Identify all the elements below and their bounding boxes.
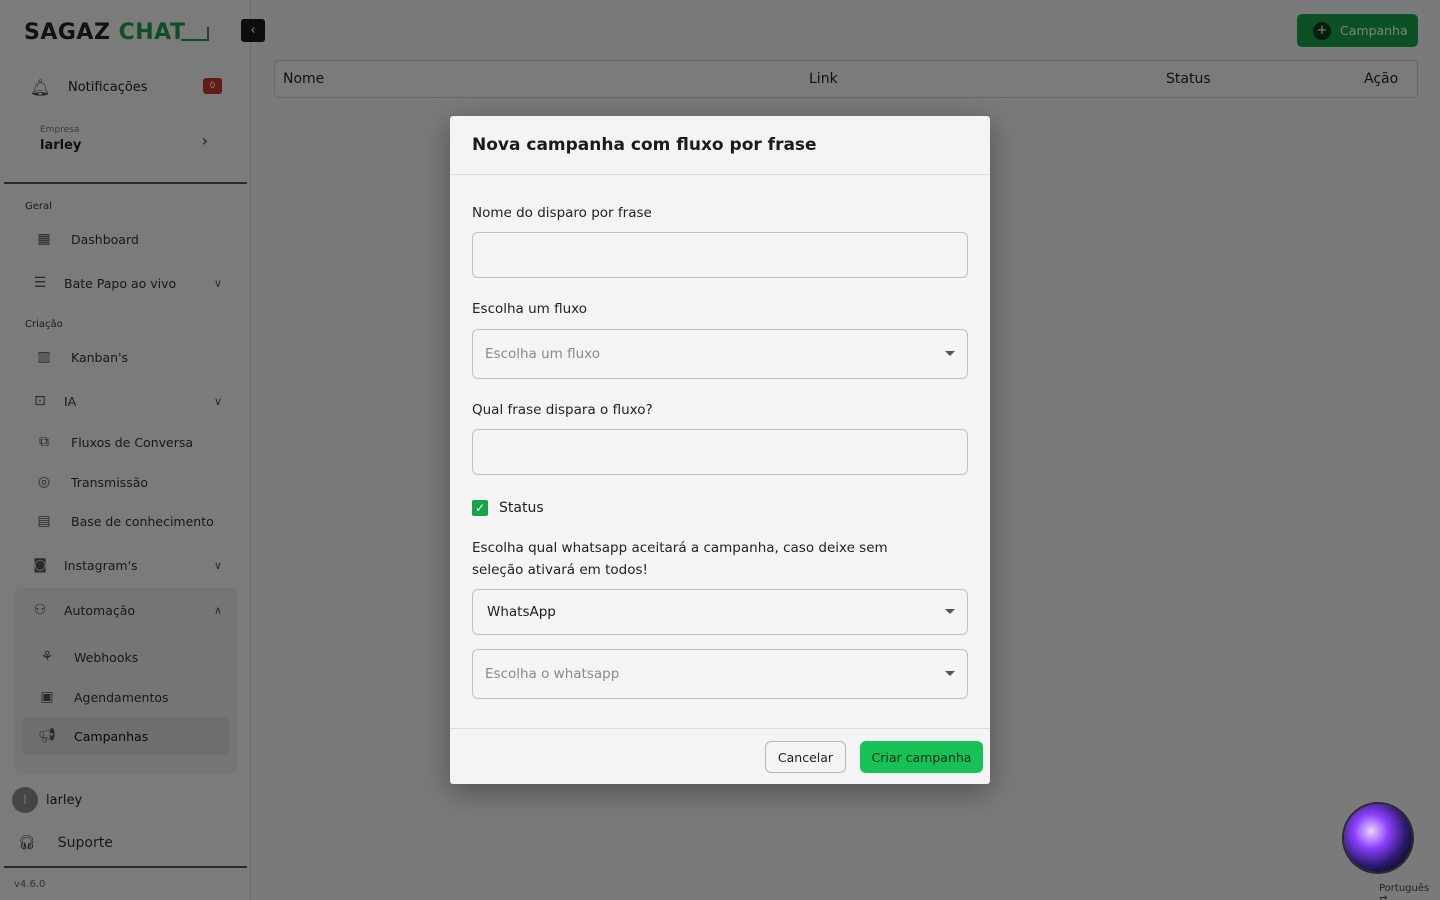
translate-icon: ⇄ bbox=[1379, 894, 1388, 900]
dropdown-arrow-icon bbox=[945, 351, 955, 356]
flow-label: Escolha um fluxo bbox=[472, 301, 588, 317]
dropdown-arrow-icon bbox=[945, 609, 955, 614]
whatsapp-select[interactable]: Escolha o whatsapp bbox=[472, 649, 968, 699]
status-label: Status bbox=[499, 500, 544, 516]
modal-header-divider bbox=[450, 174, 990, 175]
campaign-name-input[interactable] bbox=[472, 232, 968, 278]
language-selector[interactable]: Português ⇄ bbox=[1379, 883, 1440, 900]
modal-footer-divider bbox=[450, 728, 990, 729]
flow-select[interactable]: Escolha um fluxo bbox=[472, 329, 968, 379]
status-checkbox-row[interactable]: ✓ Status bbox=[472, 500, 544, 516]
phrase-label: Qual frase dispara o fluxo? bbox=[472, 402, 653, 418]
whatsapp-label: Escolha qual whatsapp aceitará a campanh… bbox=[472, 540, 888, 578]
modal-title: Nova campanha com fluxo por frase bbox=[472, 135, 817, 155]
trigger-phrase-input[interactable] bbox=[472, 429, 968, 475]
cancel-button[interactable]: Cancelar bbox=[765, 741, 846, 773]
new-campaign-modal: Nova campanha com fluxo por frase Nome d… bbox=[450, 116, 990, 784]
channel-select[interactable]: WhatsApp bbox=[472, 589, 968, 635]
status-checkbox[interactable]: ✓ bbox=[472, 500, 488, 516]
dropdown-arrow-icon bbox=[945, 671, 955, 676]
assistant-orb-button[interactable] bbox=[1344, 804, 1412, 872]
create-campaign-button[interactable]: Criar campanha bbox=[860, 741, 983, 773]
name-label: Nome do disparo por frase bbox=[472, 205, 652, 221]
